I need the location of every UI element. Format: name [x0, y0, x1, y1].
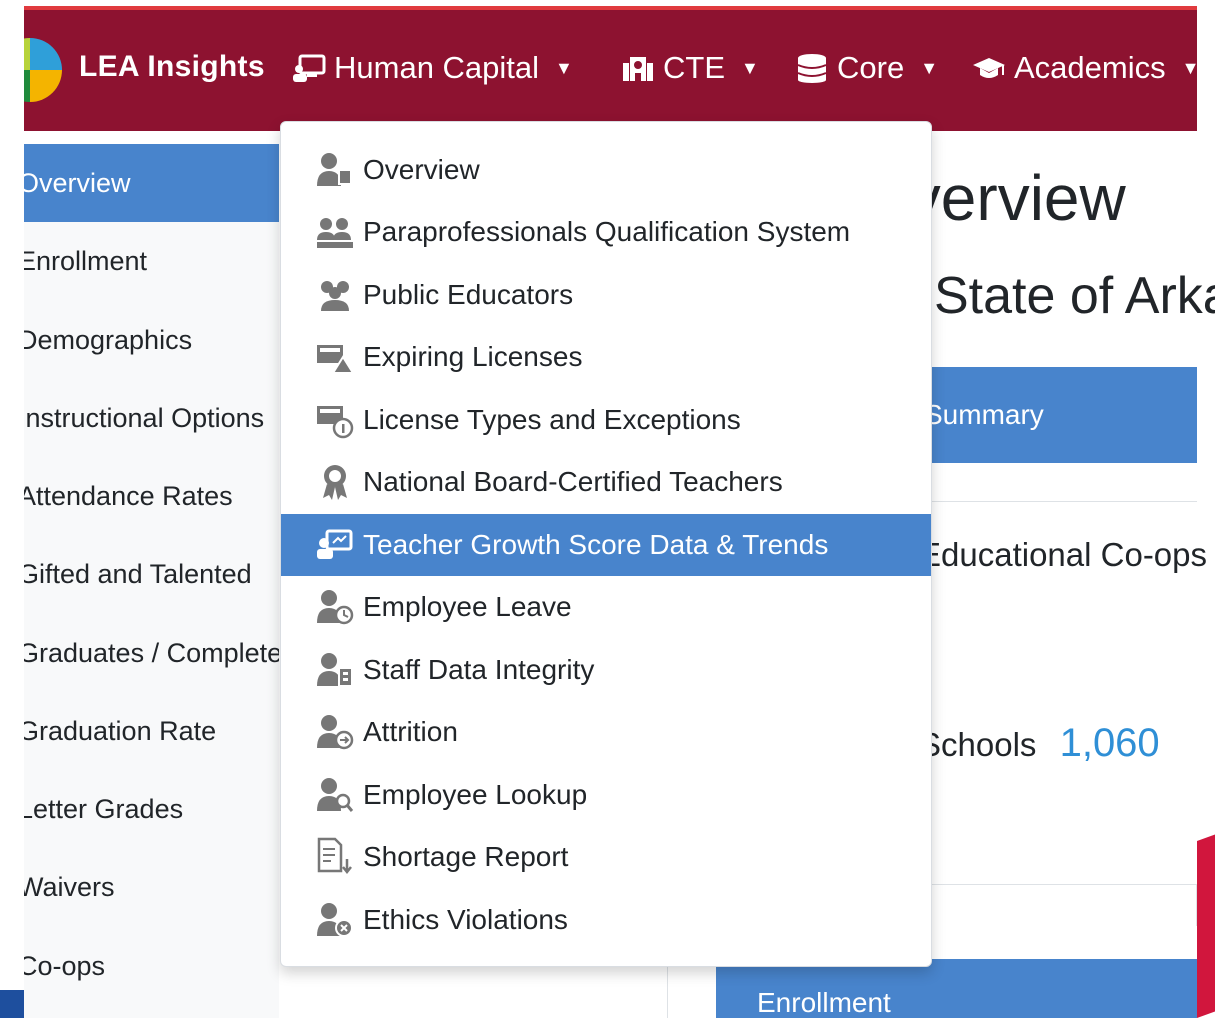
user-building-icon	[317, 653, 353, 687]
teacher-chart-icon	[317, 529, 353, 559]
user-clock-icon	[317, 590, 354, 625]
sidebar-item-instructional-options[interactable]: Instructional Options	[24, 379, 279, 457]
user-overview-icon	[317, 153, 352, 186]
sidebar-item-waivers[interactable]: Waivers	[24, 848, 279, 926]
menu-item-expiring-licenses[interactable]: Expiring Licenses	[281, 326, 931, 388]
menu-item-label: Attrition	[363, 716, 458, 747]
nav-label: Academics	[1014, 50, 1166, 85]
presentation-icon	[293, 54, 326, 82]
menu-item-shortage-report[interactable]: Shortage Report	[281, 826, 931, 888]
school-building-icon	[623, 57, 653, 81]
license-warning-icon	[317, 345, 355, 374]
menu-item-label: License Types and Exceptions	[363, 404, 741, 435]
award-ribbon-icon	[323, 465, 347, 500]
nav-label: Core	[837, 50, 905, 85]
coops-label: Educational Co-ops	[919, 536, 1208, 573]
user-x-icon	[317, 903, 353, 937]
menu-item-overview[interactable]: Overview	[281, 139, 931, 201]
menu-item-teacher-growth-score-data-trends[interactable]: Teacher Growth Score Data & Trends	[281, 514, 931, 576]
human-capital-dropdown-menu: Overview Paraprofessionals Qualification…	[280, 121, 932, 967]
caret-down-icon: ▼	[1181, 57, 1197, 78]
nav-cte[interactable]: CTE ▼	[621, 50, 759, 86]
enrollment-card-title: Enrollment	[757, 987, 891, 1018]
menu-item-attrition[interactable]: Attrition	[281, 701, 931, 763]
sidebar: Overview Enrollment Demographics Instruc…	[24, 144, 279, 1018]
sidebar-item-graduates-completers[interactable]: Graduates / Completers	[24, 614, 279, 692]
user-search-icon	[317, 778, 354, 812]
menu-item-paraprofessionals-qualification-system[interactable]: Paraprofessionals Qualification System	[281, 201, 931, 263]
menu-item-employee-leave[interactable]: Employee Leave	[281, 576, 931, 638]
users-group-icon	[321, 281, 349, 311]
sidebar-item-co-ops[interactable]: Co-ops	[24, 927, 279, 1005]
menu-item-label: Employee Leave	[363, 591, 572, 622]
decorative-accent	[1197, 834, 1215, 1018]
user-exit-icon	[317, 715, 354, 750]
sidebar-item-graduation-rate[interactable]: Graduation Rate	[24, 692, 279, 770]
page-subtitle: State of Arkansas	[934, 267, 1215, 325]
menu-item-public-educators[interactable]: Public Educators	[281, 264, 931, 326]
navbar: LEA Insights Human Capital ▼ CTE ▼ Core …	[24, 10, 1197, 131]
nav-label: Human Capital	[334, 50, 540, 85]
report-download-icon	[317, 837, 352, 875]
menu-item-label: National Board-Certified Teachers	[363, 466, 783, 497]
schools-value: 1,060	[1059, 721, 1160, 765]
nav-academics[interactable]: Academics ▼	[972, 50, 1197, 86]
sidebar-item-attendance-rates[interactable]: Attendance Rates	[24, 457, 279, 535]
graduation-cap-icon	[973, 58, 1005, 78]
nav-core[interactable]: Core ▼	[795, 50, 938, 86]
menu-item-label: Employee Lookup	[363, 779, 588, 810]
menu-item-employee-lookup[interactable]: Employee Lookup	[281, 764, 931, 826]
menu-item-label: Overview	[363, 154, 480, 185]
brand-link[interactable]: LEA Insights	[79, 50, 265, 84]
nav-human-capital[interactable]: Human Capital ▼	[292, 50, 573, 86]
sidebar-corner-accent	[0, 990, 24, 1018]
sidebar-item-letter-grades[interactable]: Letter Grades	[24, 770, 279, 848]
sidebar-item-demographics[interactable]: Demographics	[24, 301, 279, 379]
sidebar-item-gifted-and-talented[interactable]: Gifted and Talented	[24, 535, 279, 613]
sidebar-item-overview[interactable]: Overview	[24, 144, 279, 222]
caret-down-icon: ▼	[555, 57, 573, 78]
menu-item-label: Teacher Growth Score Data & Trends	[363, 529, 829, 560]
schools-label: Schools	[919, 726, 1037, 763]
menu-item-license-types-and-exceptions[interactable]: License Types and Exceptions	[281, 389, 931, 451]
license-info-icon	[317, 406, 354, 439]
schools-stat: Schools 1,060	[919, 721, 1160, 766]
menu-item-staff-data-integrity[interactable]: Staff Data Integrity	[281, 639, 931, 701]
menu-item-label: Paraprofessionals Qualification System	[363, 216, 851, 247]
database-icon	[797, 54, 827, 83]
menu-item-label: Expiring Licenses	[363, 341, 583, 372]
users-qualification-icon	[317, 218, 353, 248]
menu-item-label: Public Educators	[363, 279, 574, 310]
menu-item-label: Shortage Report	[363, 841, 569, 872]
menu-item-label: Staff Data Integrity	[363, 654, 595, 685]
caret-down-icon: ▼	[920, 57, 939, 78]
caret-down-icon: ▼	[741, 57, 759, 78]
menu-item-label: Ethics Violations	[363, 904, 568, 935]
summary-card-title: Summary	[924, 399, 1044, 430]
logo-icon[interactable]	[24, 38, 62, 102]
sidebar-item-enrollment[interactable]: Enrollment	[24, 222, 279, 300]
nav-label: CTE	[663, 50, 725, 85]
menu-item-national-board-certified-teachers[interactable]: National Board-Certified Teachers	[281, 451, 931, 513]
menu-item-ethics-violations[interactable]: Ethics Violations	[281, 889, 931, 951]
